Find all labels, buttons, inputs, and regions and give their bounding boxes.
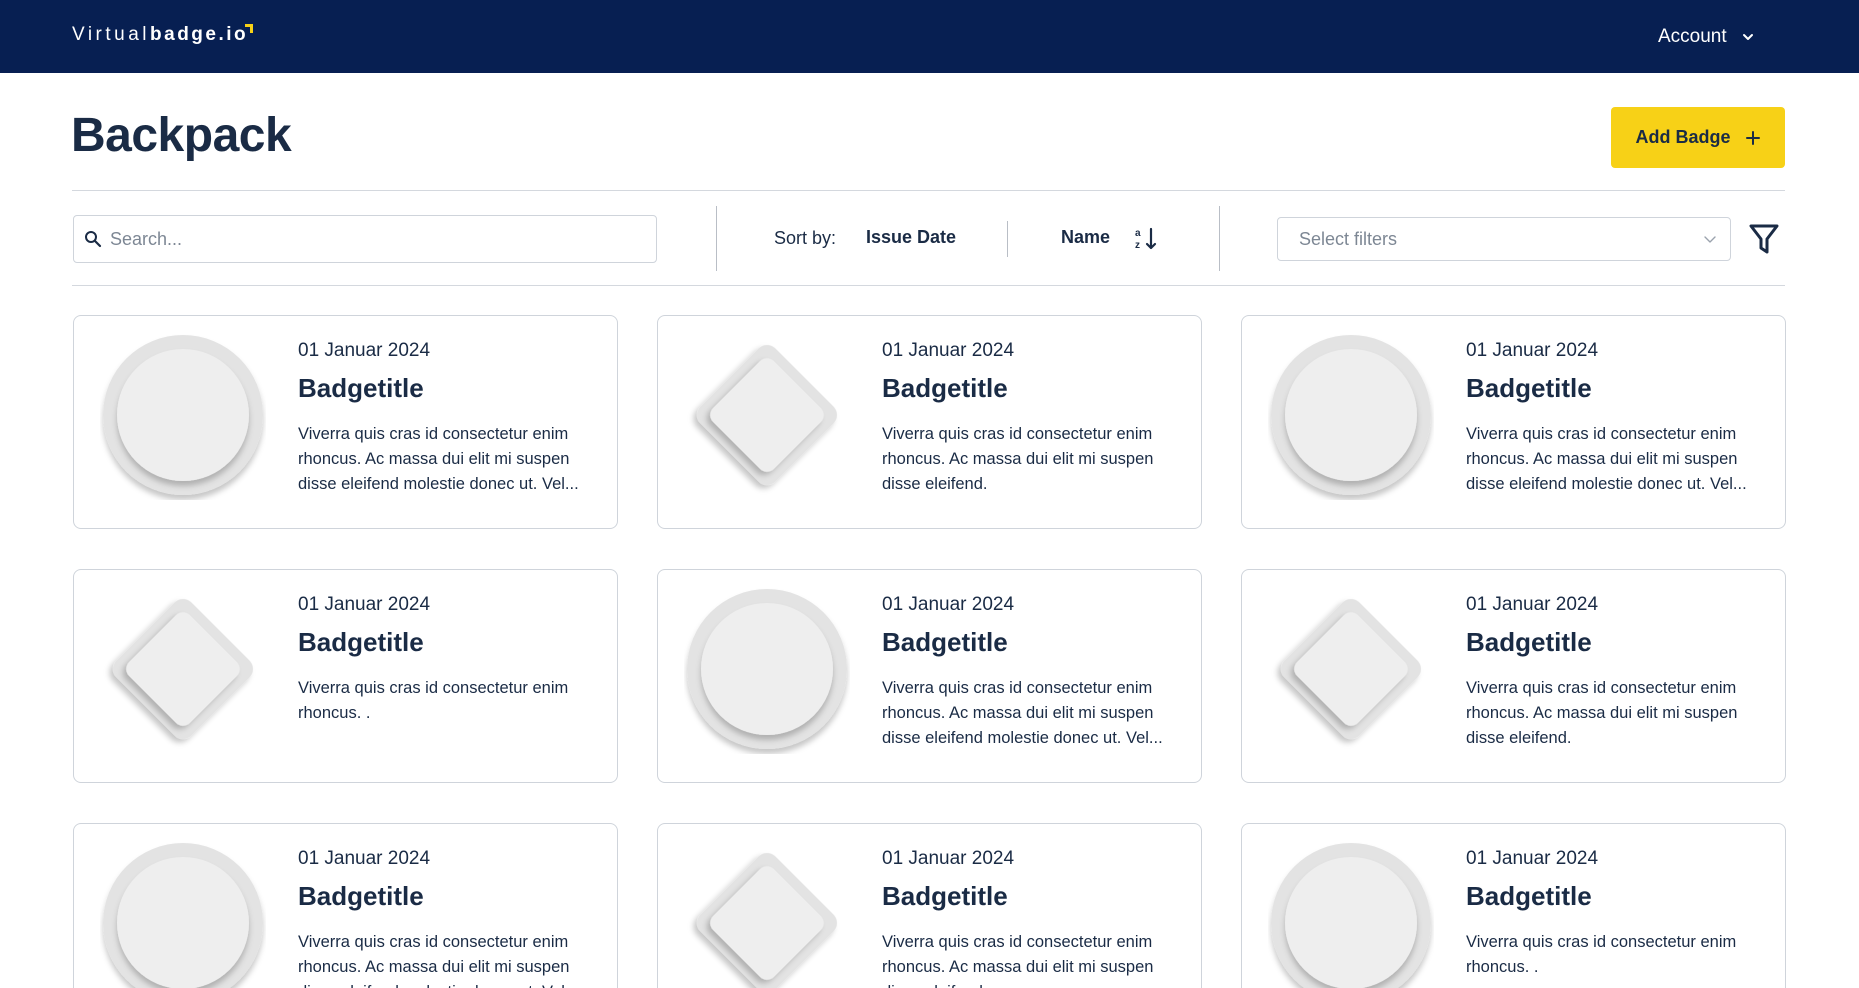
badge-description: Viverra quis cras id consectetur enim rh… (1466, 425, 1747, 493)
badge-card[interactable]: 01 Januar 2024 Badgetitle Viverra quis cra… (73, 569, 618, 783)
badge-card[interactable]: 01 Januar 2024 Badgetitle Viverra quis cra… (657, 569, 1202, 783)
divider-top (72, 190, 1785, 191)
badge-description: Viverra quis cras id consectetur enim rh… (1466, 679, 1738, 747)
search-input[interactable] (110, 228, 630, 250)
badge-diamond-placeholder-image (684, 334, 850, 500)
add-badge-button[interactable]: Add Badge (1611, 107, 1785, 168)
badge-description: Viverra quis cras id consectetur enim rh… (882, 425, 1154, 493)
badge-issue-date: 01 Januar 2024 (298, 340, 431, 361)
search-field[interactable] (73, 215, 657, 263)
badge-title: Badgetitle (298, 627, 424, 657)
badge-card[interactable]: 01 Januar 2024 Badgetitle Viverra quis cra… (1241, 823, 1786, 988)
badge-description: Viverra quis cras id consectetur enim rh… (882, 933, 1154, 988)
filter-select[interactable]: Select filters (1277, 217, 1731, 261)
chevron-down-icon (1742, 34, 1753, 40)
search-icon (85, 231, 102, 248)
badge-card[interactable]: 01 Januar 2024 Badgetitle Viverra quis cra… (1241, 569, 1786, 783)
badge-title: Badgetitle (882, 627, 1008, 657)
badge-issue-date: 01 Januar 2024 (882, 594, 1015, 615)
badge-title: Badgetitle (1466, 881, 1592, 911)
sort-a-z-descending-icon[interactable]: a z (1133, 226, 1159, 252)
top-navigation-bar: Virtual badge.io Account (0, 0, 1859, 73)
badge-issue-date: 01 Januar 2024 (882, 848, 1015, 869)
filter-select-placeholder: Select filters (1299, 228, 1398, 249)
badge-description: Viverra quis cras id consectetur enim rh… (298, 933, 579, 988)
badge-issue-date: 01 Januar 2024 (298, 594, 431, 615)
badge-card[interactable]: 01 Januar 2024 Badgetitle Viverra quis cra… (657, 315, 1202, 529)
account-label: Account (1658, 26, 1727, 47)
badge-diamond-placeholder-image (684, 842, 850, 988)
svg-text:a: a (1135, 228, 1141, 239)
logo-text-bold: badge.io (150, 24, 249, 45)
badge-issue-date: 01 Januar 2024 (1466, 340, 1599, 361)
badge-issue-date: 01 Januar 2024 (1466, 594, 1599, 615)
badge-circle-placeholder-image (100, 334, 266, 500)
svg-text:z: z (1135, 240, 1140, 251)
badge-title: Badgetitle (298, 881, 424, 911)
sort-option-issue-date[interactable]: Issue Date (866, 227, 956, 248)
badge-card[interactable]: 01 Januar 2024 Badgetitle Viverra quis cra… (73, 823, 618, 988)
logo-corner-mark (245, 24, 255, 34)
badge-circle-placeholder-image (1268, 842, 1434, 988)
badge-description: Viverra quis cras id consectetur enim rh… (298, 425, 579, 493)
badge-diamond-placeholder-image (1268, 588, 1434, 754)
badge-title: Badgetitle (1466, 373, 1592, 403)
badge-circle-placeholder-image (684, 588, 850, 754)
badge-card[interactable]: 01 Januar 2024 Badgetitle Viverra quis cra… (73, 315, 618, 529)
account-menu[interactable]: Account (1658, 24, 1755, 50)
badge-circle-placeholder-image (100, 842, 266, 988)
badge-issue-date: 01 Januar 2024 (882, 340, 1015, 361)
badge-description: Viverra quis cras id consectetur enim rh… (1466, 933, 1737, 976)
badge-title: Badgetitle (298, 373, 424, 403)
badge-title: Badgetitle (882, 373, 1008, 403)
toolbar-divider (716, 206, 717, 271)
badge-card[interactable]: 01 Januar 2024 Badgetitle Viverra quis cra… (657, 823, 1202, 988)
badge-issue-date: 01 Januar 2024 (1466, 848, 1599, 869)
filter-icon[interactable] (1748, 222, 1780, 256)
sort-by-label: Sort by: (774, 228, 837, 248)
divider-bottom (72, 285, 1785, 286)
badge-title: Badgetitle (1466, 627, 1592, 657)
badge-card[interactable]: 01 Januar 2024 Badgetitle Viverra quis cra… (1241, 315, 1786, 529)
badge-description: Viverra quis cras id consectetur enim rh… (298, 679, 569, 722)
badge-title: Badgetitle (882, 881, 1008, 911)
logo[interactable]: Virtual badge.io (72, 24, 248, 50)
plus-icon (1745, 130, 1760, 145)
chevron-down-icon (1704, 236, 1716, 243)
sort-divider (1007, 221, 1008, 257)
badge-circle-placeholder-image (1268, 334, 1434, 500)
sort-option-name[interactable]: Name (1061, 227, 1110, 248)
toolbar-divider (1219, 206, 1220, 271)
badge-issue-date: 01 Januar 2024 (298, 848, 431, 869)
page-title: Backpack (71, 109, 292, 162)
add-badge-label: Add Badge (1635, 127, 1731, 147)
badge-description: Viverra quis cras id consectetur enim rh… (882, 679, 1163, 747)
badge-diamond-placeholder-image (100, 588, 266, 754)
logo-text-light: Virtual (72, 24, 151, 45)
